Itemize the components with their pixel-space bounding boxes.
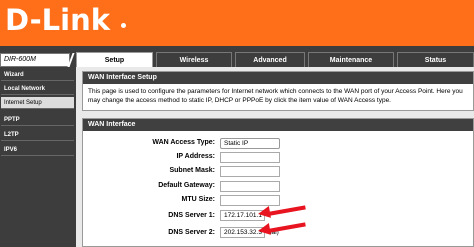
wan-interface-title: WAN Interface [83,119,473,131]
ip-address-field[interactable] [220,152,280,163]
annotation-arrow-1-head [257,206,271,220]
sidebar-item-local-network[interactable]: Local Network [1,83,74,95]
annotation-arrow-2-head [257,223,271,237]
wan-access-type-select[interactable]: Static IP [220,138,280,149]
wan-access-type-value: Static IP [224,140,249,147]
ip-address-label: IP Address: [176,153,215,160]
logo-dot [121,23,126,28]
sidebar-item-pptp[interactable]: PPTP [1,114,74,126]
setup-box-title: WAN Interface Setup [83,72,473,84]
mtu-size-field[interactable] [220,195,280,206]
tab-advanced[interactable]: Advanced [235,52,305,67]
mtu-size-label: MTU Size: [181,196,215,203]
subnet-mask-field[interactable] [220,166,280,177]
tab-status[interactable]: Status [397,52,474,67]
sidebar-item-ipv6[interactable]: IPV6 [1,144,74,156]
wan-access-type-label: WAN Access Type: [152,139,215,146]
setup-box: WAN Interface Setup This page is used to… [82,71,474,111]
sidebar-item-l2tp[interactable]: L2TP [1,129,74,141]
tab-maintenance[interactable]: Maintenance [308,52,394,67]
subnet-mask-label: Subnet Mask: [169,167,215,174]
model-label: DIR-600M [0,53,70,67]
dns-server-2-label: DNS Server 2: [168,229,215,236]
default-gateway-field[interactable] [220,181,280,192]
default-gateway-label: Default Gateway: [158,182,215,189]
sidebar-item-internet-setup[interactable]: Internet Setup [1,97,74,109]
tab-wireless[interactable]: Wireless [156,52,232,67]
tab-setup[interactable]: Setup [76,52,153,67]
sidebar-item-wizard[interactable]: Wizard [1,69,74,81]
dlink-logo: D-Link [5,3,110,37]
dns-server-1-label: DNS Server 1: [168,212,215,219]
setup-box-description: This page is used to configure the param… [88,88,463,104]
